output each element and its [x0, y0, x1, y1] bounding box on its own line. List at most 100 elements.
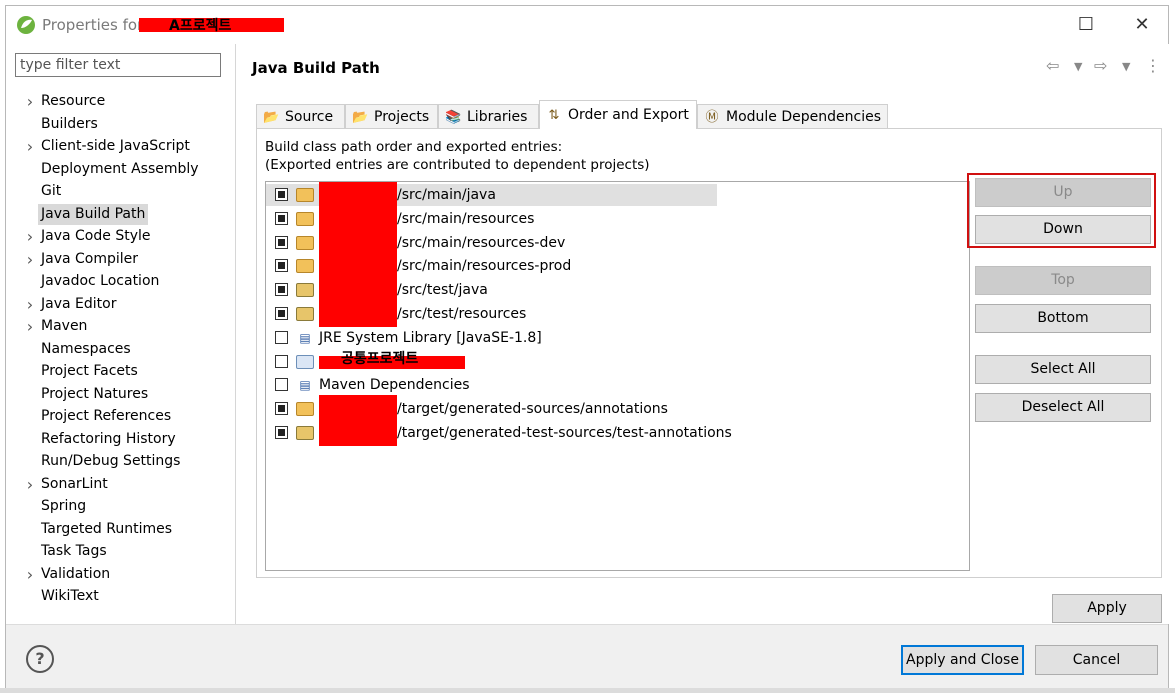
tab-label: Source	[285, 109, 334, 125]
source-folder-icon	[296, 402, 314, 417]
tab-label: Libraries	[467, 109, 528, 125]
classpath-entry-row[interactable]: ▤ JRE System Library [JavaSE-1.8]	[266, 327, 716, 349]
classpath-entry-label: /src/main/resources-prod	[397, 258, 572, 275]
property-page: Java Build Path ⇦ ▼ ⇨ ▼ ⋮ 📂 Source 📂 Proje…	[236, 44, 1169, 624]
expand-chevron-icon[interactable]: ›	[24, 227, 36, 246]
expand-chevron-icon[interactable]: ›	[24, 92, 36, 111]
nav-item[interactable]: Java Editor	[41, 294, 116, 315]
title-bar: Properties for A프로젝트 ☐ ✕	[6, 6, 1168, 44]
nav-item[interactable]: Validation	[41, 564, 110, 585]
export-checkbox[interactable]	[275, 330, 288, 344]
classpath-entry-row[interactable]: 공통프로젝트	[266, 351, 716, 373]
nav-item[interactable]: Deployment Assembly	[41, 159, 199, 180]
export-checkbox[interactable]	[275, 235, 288, 249]
source-folder-icon: 📂	[263, 110, 280, 125]
classpath-entry-row[interactable]: /target/generated-test-sources/test-anno…	[266, 419, 732, 446]
select-all-button[interactable]: Select All	[975, 355, 1151, 384]
eclipse-spring-logo-icon	[17, 16, 35, 34]
forward-arrow-icon[interactable]: ⇨	[1094, 56, 1107, 75]
tab-source[interactable]: 📂 Source	[256, 104, 345, 128]
classpath-entry-label: /target/generated-sources/annotations	[397, 401, 668, 418]
export-checkbox[interactable]	[275, 211, 288, 225]
tab-projects[interactable]: 📂 Projects	[345, 104, 438, 128]
source-folder-icon	[296, 259, 314, 274]
export-checkbox[interactable]	[275, 426, 288, 439]
deselect-all-button[interactable]: Deselect All	[975, 393, 1151, 422]
classpath-entry-row[interactable]: /src/test/java	[266, 276, 716, 304]
classpath-entry-row[interactable]: /src/main/resources	[266, 204, 716, 232]
nav-item[interactable]: Namespaces	[41, 339, 131, 360]
apply-and-close-button[interactable]: Apply and Close	[901, 645, 1024, 675]
nav-item[interactable]: Javadoc Location	[41, 271, 159, 292]
project-folder-icon	[296, 354, 314, 369]
up-down-highlight	[967, 173, 1156, 248]
classpath-entry-row[interactable]: ▤ Maven Dependencies	[266, 374, 716, 396]
classpath-entry-row[interactable]: /src/main/java	[266, 182, 717, 209]
property-page-tree: › ResourceBuilders › Client-side JavaScript…	[6, 44, 236, 624]
classpath-entry-row[interactable]: /src/main/resources-prod	[266, 252, 716, 280]
tab-order-and-export[interactable]: ⇅ Order and Export	[539, 100, 697, 129]
redaction-block	[319, 300, 397, 327]
test-source-folder-icon	[296, 426, 314, 440]
classpath-entry-list[interactable]: /src/main/java/src/main/resources/src/ma…	[265, 181, 970, 571]
nav-item[interactable]: Java Compiler	[41, 249, 138, 270]
export-checkbox[interactable]	[275, 188, 288, 201]
redaction-block	[319, 419, 397, 446]
projects-icon: 📂	[352, 110, 369, 125]
export-checkbox[interactable]	[275, 354, 288, 368]
view-menu-icon[interactable]: ⋮	[1145, 56, 1161, 75]
back-arrow-icon[interactable]: ⇦	[1046, 56, 1059, 75]
help-icon[interactable]: ?	[26, 645, 54, 673]
classpath-entry-label: /target/generated-test-sources/test-anno…	[397, 425, 732, 441]
nav-item[interactable]: Client-side JavaScript	[41, 136, 190, 157]
nav-item[interactable]: WikiText	[41, 586, 99, 607]
nav-item[interactable]: Task Tags	[41, 541, 107, 562]
module-icon: Ⓜ	[705, 110, 719, 125]
nav-item[interactable]: Java Build Path	[38, 203, 149, 225]
filter-input[interactable]	[15, 53, 221, 77]
expand-chevron-icon[interactable]: ›	[24, 317, 36, 336]
top-button[interactable]: Top	[975, 266, 1151, 295]
expand-chevron-icon[interactable]: ›	[24, 475, 36, 494]
source-folder-icon	[296, 235, 314, 250]
expand-chevron-icon[interactable]: ›	[24, 250, 36, 269]
nav-item[interactable]: Maven	[41, 316, 87, 337]
nav-item[interactable]: Targeted Runtimes	[41, 519, 172, 540]
nav-item[interactable]: Java Code Style	[41, 226, 150, 247]
nav-item[interactable]: Project References	[41, 406, 171, 427]
export-checkbox[interactable]	[275, 259, 288, 273]
expand-chevron-icon[interactable]: ›	[24, 137, 36, 156]
apply-button[interactable]: Apply	[1052, 594, 1162, 623]
tab-module-dependencies[interactable]: Ⓜ Module Dependencies	[697, 104, 888, 128]
cancel-button[interactable]: Cancel	[1035, 645, 1158, 675]
page-title: Java Build Path	[252, 59, 380, 77]
library-icon: ▤	[299, 330, 311, 345]
forward-dropdown-icon[interactable]: ▼	[1122, 60, 1130, 73]
classpath-entry-row[interactable]: /src/test/resources	[266, 300, 716, 327]
nav-item[interactable]: Resource	[41, 91, 105, 112]
export-checkbox[interactable]	[275, 402, 288, 416]
export-checkbox[interactable]	[275, 283, 288, 297]
nav-item[interactable]: SonarLint	[41, 474, 108, 495]
back-dropdown-icon[interactable]: ▼	[1074, 60, 1082, 73]
nav-item[interactable]: Git	[41, 181, 61, 202]
bottom-button[interactable]: Bottom	[975, 304, 1151, 333]
expand-chevron-icon[interactable]: ›	[24, 295, 36, 314]
window-title-project: A프로젝트	[169, 18, 232, 34]
nav-item[interactable]: Builders	[41, 114, 98, 135]
expand-chevron-icon[interactable]: ›	[24, 565, 36, 584]
nav-item[interactable]: Project Facets	[41, 361, 138, 382]
maximize-icon[interactable]: ☐	[1071, 12, 1101, 38]
export-checkbox[interactable]	[275, 378, 288, 392]
classpath-entry-row[interactable]: /src/main/resources-dev	[266, 228, 716, 256]
classpath-entry-row[interactable]: /target/generated-sources/annotations	[266, 395, 716, 423]
nav-item[interactable]: Spring	[41, 496, 86, 517]
classpath-entry-label: Maven Dependencies	[319, 377, 470, 394]
nav-item[interactable]: Refactoring History	[41, 429, 176, 450]
tab-libraries[interactable]: 📚 Libraries	[438, 104, 539, 128]
export-checkbox[interactable]	[275, 307, 288, 320]
nav-item[interactable]: Project Natures	[41, 384, 148, 405]
nav-item[interactable]: Run/Debug Settings	[41, 451, 180, 472]
library-icon: ▤	[299, 378, 311, 393]
close-icon[interactable]: ✕	[1127, 12, 1157, 38]
